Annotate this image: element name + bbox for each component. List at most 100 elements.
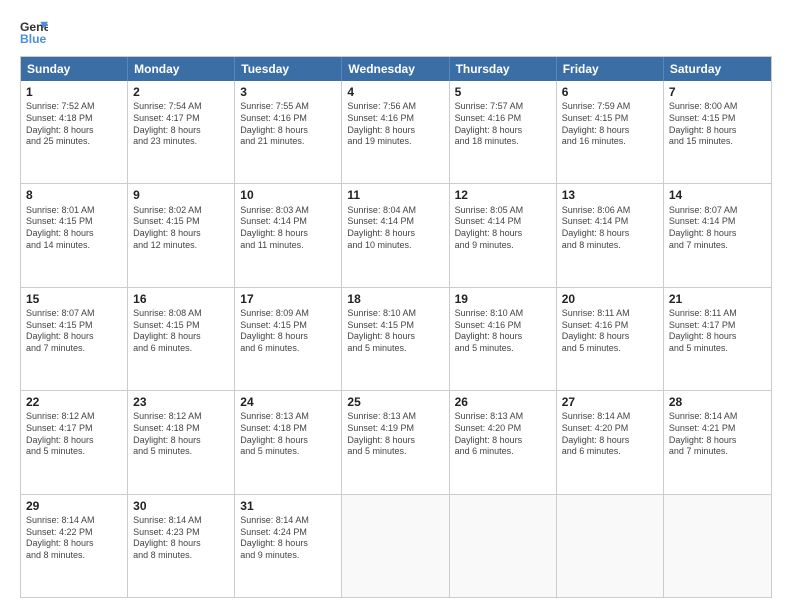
day-info: Sunrise: 8:14 AMSunset: 4:24 PMDaylight:… xyxy=(240,515,336,562)
day-number: 21 xyxy=(669,291,766,307)
day-number: 11 xyxy=(347,187,443,203)
day-info: Sunrise: 7:57 AMSunset: 4:16 PMDaylight:… xyxy=(455,101,551,148)
day-info: Sunrise: 7:54 AMSunset: 4:17 PMDaylight:… xyxy=(133,101,229,148)
calendar-day-24: 24Sunrise: 8:13 AMSunset: 4:18 PMDayligh… xyxy=(235,391,342,493)
day-info: Sunrise: 7:59 AMSunset: 4:15 PMDaylight:… xyxy=(562,101,658,148)
calendar-day-11: 11 Sunrise: 8:04 AMSunset: 4:14 PMDayligh… xyxy=(342,184,449,286)
day-number: 15 xyxy=(26,291,122,307)
day-info: Sunrise: 8:10 AMSunset: 4:16 PMDaylight:… xyxy=(455,308,551,355)
empty-cell xyxy=(450,495,557,597)
day-number: 8 xyxy=(26,187,122,203)
calendar-day-31: 31Sunrise: 8:14 AMSunset: 4:24 PMDayligh… xyxy=(235,495,342,597)
day-info: Sunrise: 8:09 AMSunset: 4:15 PMDaylight:… xyxy=(240,308,336,355)
calendar-week-3: 15Sunrise: 8:07 AMSunset: 4:15 PMDayligh… xyxy=(21,287,771,390)
day-number: 28 xyxy=(669,394,766,410)
day-number: 14 xyxy=(669,187,766,203)
calendar-body: 1Sunrise: 7:52 AMSunset: 4:18 PMDaylight… xyxy=(21,81,771,597)
day-info: Sunrise: 8:10 AMSunset: 4:15 PMDaylight:… xyxy=(347,308,443,355)
calendar-day-28: 28Sunrise: 8:14 AMSunset: 4:21 PMDayligh… xyxy=(664,391,771,493)
calendar-day-26: 26Sunrise: 8:13 AMSunset: 4:20 PMDayligh… xyxy=(450,391,557,493)
calendar-day-16: 16Sunrise: 8:08 AMSunset: 4:15 PMDayligh… xyxy=(128,288,235,390)
day-number: 4 xyxy=(347,84,443,100)
calendar: SundayMondayTuesdayWednesdayThursdayFrid… xyxy=(20,56,772,598)
day-number: 22 xyxy=(26,394,122,410)
day-number: 13 xyxy=(562,187,658,203)
day-info: Sunrise: 8:11 AMSunset: 4:17 PMDaylight:… xyxy=(669,308,766,355)
calendar-day-4: 4Sunrise: 7:56 AMSunset: 4:16 PMDaylight… xyxy=(342,81,449,183)
day-number: 20 xyxy=(562,291,658,307)
day-header-sunday: Sunday xyxy=(21,57,128,81)
calendar-day-22: 22Sunrise: 8:12 AMSunset: 4:17 PMDayligh… xyxy=(21,391,128,493)
calendar-day-1: 1Sunrise: 7:52 AMSunset: 4:18 PMDaylight… xyxy=(21,81,128,183)
page-header: General Blue xyxy=(20,18,772,46)
day-info: Sunrise: 8:00 AMSunset: 4:15 PMDaylight:… xyxy=(669,101,766,148)
day-info: Sunrise: 8:12 AMSunset: 4:17 PMDaylight:… xyxy=(26,411,122,458)
svg-text:Blue: Blue xyxy=(20,32,47,46)
day-number: 29 xyxy=(26,498,122,514)
day-info: Sunrise: 8:14 AMSunset: 4:20 PMDaylight:… xyxy=(562,411,658,458)
logo: General Blue xyxy=(20,18,48,46)
day-number: 16 xyxy=(133,291,229,307)
day-number: 24 xyxy=(240,394,336,410)
calendar-day-25: 25Sunrise: 8:13 AMSunset: 4:19 PMDayligh… xyxy=(342,391,449,493)
day-info: Sunrise: 8:11 AMSunset: 4:16 PMDaylight:… xyxy=(562,308,658,355)
calendar-week-4: 22Sunrise: 8:12 AMSunset: 4:17 PMDayligh… xyxy=(21,390,771,493)
day-info: Sunrise: 8:04 AMSunset: 4:14 PMDaylight:… xyxy=(347,205,443,252)
calendar-week-1: 1Sunrise: 7:52 AMSunset: 4:18 PMDaylight… xyxy=(21,81,771,183)
logo-icon: General Blue xyxy=(20,18,48,46)
day-number: 6 xyxy=(562,84,658,100)
day-info: Sunrise: 8:13 AMSunset: 4:19 PMDaylight:… xyxy=(347,411,443,458)
day-number: 2 xyxy=(133,84,229,100)
day-header-saturday: Saturday xyxy=(664,57,771,81)
calendar-day-6: 6Sunrise: 7:59 AMSunset: 4:15 PMDaylight… xyxy=(557,81,664,183)
calendar-day-2: 2Sunrise: 7:54 AMSunset: 4:17 PMDaylight… xyxy=(128,81,235,183)
day-header-tuesday: Tuesday xyxy=(235,57,342,81)
day-number: 3 xyxy=(240,84,336,100)
day-header-thursday: Thursday xyxy=(450,57,557,81)
calendar-header: SundayMondayTuesdayWednesdayThursdayFrid… xyxy=(21,57,771,81)
day-info: Sunrise: 8:13 AMSunset: 4:18 PMDaylight:… xyxy=(240,411,336,458)
day-number: 23 xyxy=(133,394,229,410)
calendar-day-12: 12Sunrise: 8:05 AMSunset: 4:14 PMDayligh… xyxy=(450,184,557,286)
day-number: 18 xyxy=(347,291,443,307)
day-number: 30 xyxy=(133,498,229,514)
calendar-day-27: 27Sunrise: 8:14 AMSunset: 4:20 PMDayligh… xyxy=(557,391,664,493)
day-number: 10 xyxy=(240,187,336,203)
day-number: 27 xyxy=(562,394,658,410)
day-info: Sunrise: 8:01 AMSunset: 4:15 PMDaylight:… xyxy=(26,205,122,252)
day-info: Sunrise: 8:02 AMSunset: 4:15 PMDaylight:… xyxy=(133,205,229,252)
day-number: 25 xyxy=(347,394,443,410)
day-header-wednesday: Wednesday xyxy=(342,57,449,81)
calendar-day-19: 19Sunrise: 8:10 AMSunset: 4:16 PMDayligh… xyxy=(450,288,557,390)
day-info: Sunrise: 8:03 AMSunset: 4:14 PMDaylight:… xyxy=(240,205,336,252)
day-header-friday: Friday xyxy=(557,57,664,81)
day-info: Sunrise: 8:08 AMSunset: 4:15 PMDaylight:… xyxy=(133,308,229,355)
calendar-day-10: 10 Sunrise: 8:03 AMSunset: 4:14 PMDayligh… xyxy=(235,184,342,286)
calendar-day-5: 5Sunrise: 7:57 AMSunset: 4:16 PMDaylight… xyxy=(450,81,557,183)
day-number: 31 xyxy=(240,498,336,514)
calendar-day-14: 14 Sunrise: 8:07 AMSunset: 4:14 PMDayligh… xyxy=(664,184,771,286)
day-info: Sunrise: 7:56 AMSunset: 4:16 PMDaylight:… xyxy=(347,101,443,148)
day-number: 12 xyxy=(455,187,551,203)
day-number: 9 xyxy=(133,187,229,203)
calendar-day-3: 3Sunrise: 7:55 AMSunset: 4:16 PMDaylight… xyxy=(235,81,342,183)
calendar-day-18: 18Sunrise: 8:10 AMSunset: 4:15 PMDayligh… xyxy=(342,288,449,390)
empty-cell xyxy=(557,495,664,597)
day-number: 5 xyxy=(455,84,551,100)
empty-cell xyxy=(664,495,771,597)
calendar-day-20: 20Sunrise: 8:11 AMSunset: 4:16 PMDayligh… xyxy=(557,288,664,390)
calendar-day-15: 15Sunrise: 8:07 AMSunset: 4:15 PMDayligh… xyxy=(21,288,128,390)
day-info: Sunrise: 8:14 AMSunset: 4:22 PMDaylight:… xyxy=(26,515,122,562)
day-number: 26 xyxy=(455,394,551,410)
calendar-day-17: 17Sunrise: 8:09 AMSunset: 4:15 PMDayligh… xyxy=(235,288,342,390)
day-number: 1 xyxy=(26,84,122,100)
day-info: Sunrise: 8:14 AMSunset: 4:21 PMDaylight:… xyxy=(669,411,766,458)
day-info: Sunrise: 7:55 AMSunset: 4:16 PMDaylight:… xyxy=(240,101,336,148)
day-info: Sunrise: 8:07 AMSunset: 4:14 PMDaylight:… xyxy=(669,205,766,252)
empty-cell xyxy=(342,495,449,597)
day-info: Sunrise: 7:52 AMSunset: 4:18 PMDaylight:… xyxy=(26,101,122,148)
day-info: Sunrise: 8:12 AMSunset: 4:18 PMDaylight:… xyxy=(133,411,229,458)
day-number: 7 xyxy=(669,84,766,100)
calendar-day-9: 9 Sunrise: 8:02 AMSunset: 4:15 PMDaylight… xyxy=(128,184,235,286)
calendar-week-2: 8 Sunrise: 8:01 AMSunset: 4:15 PMDaylight… xyxy=(21,183,771,286)
